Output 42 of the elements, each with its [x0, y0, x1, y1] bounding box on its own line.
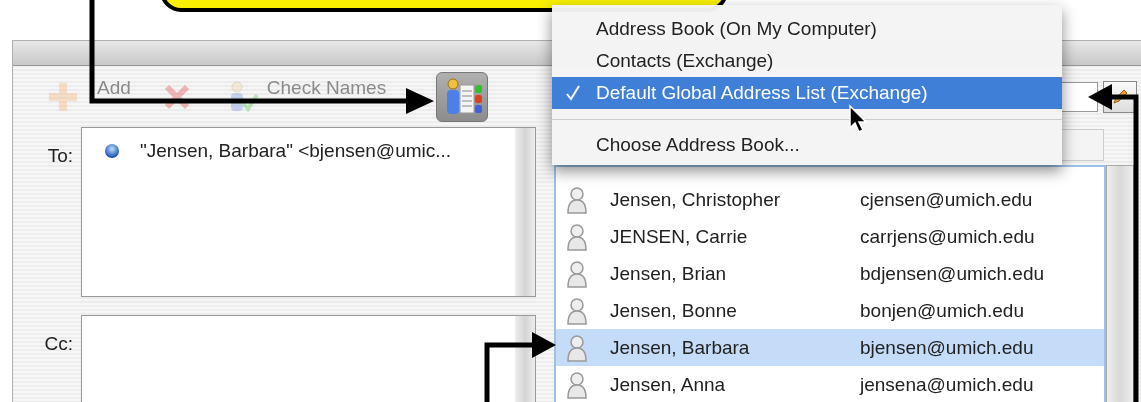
person-icon	[566, 333, 588, 362]
recipient-text: "Jensen, Barbara" <bjensen@umic...	[140, 140, 452, 162]
scroll-bar[interactable]	[1106, 165, 1134, 402]
pointer-arrow	[484, 332, 556, 402]
pencil-icon	[1111, 87, 1129, 106]
contact-row[interactable]: Jensen, Bonne bonjen@umich.edu	[556, 292, 1104, 329]
menu-item[interactable]: Choose Address Book...	[552, 129, 1062, 161]
contact-name: JENSEN, Carrie	[610, 225, 749, 248]
recipient-field[interactable]	[81, 315, 536, 402]
recipient-field[interactable]: "Jensen, Barbara" <bjensen@umic...	[81, 127, 536, 297]
field-label: Cc:	[43, 332, 74, 356]
contact-email: jensena@umich.edu	[860, 373, 1034, 396]
person-icon	[566, 185, 588, 214]
contact-row[interactable]: Jensen, Brian bdjensen@umich.edu	[556, 255, 1104, 292]
contact-row[interactable]: Jensen, Christopher cjensen@umich.edu	[556, 181, 1104, 218]
field-label: To:	[46, 144, 74, 168]
menu-item[interactable]: Contacts (Exchange)	[552, 45, 1062, 77]
contact-email: cjensen@umich.edu	[860, 188, 1033, 211]
status-icon	[104, 143, 120, 159]
mouse-pointer-icon	[848, 104, 870, 134]
contact-row[interactable]: Jensen, Barbara bjensen@umich.edu	[556, 329, 1104, 366]
person-icon	[566, 259, 588, 288]
contact-name: Jensen, Barbara	[610, 336, 751, 359]
person-icon	[566, 222, 588, 251]
menu-item[interactable]: Default Global Address List (Exchange)	[552, 77, 1062, 109]
contact-email: carrjens@umich.edu	[860, 225, 1035, 248]
scroll-bar[interactable]	[515, 316, 535, 402]
book-button[interactable]	[436, 71, 489, 122]
contact-email: bonjen@umich.edu	[860, 299, 1024, 322]
menu-item[interactable]: Address Book (On My Computer)	[552, 13, 1062, 45]
contact-name: Jensen, Brian	[610, 262, 728, 285]
scroll-bar[interactable]	[515, 128, 535, 296]
checkmark-icon	[566, 85, 580, 101]
contact-name: Jensen, Christopher	[610, 188, 782, 211]
contact-email: bdjensen@umich.edu	[860, 262, 1045, 285]
contact-row[interactable]: Jensen, Anna jensena@umich.edu	[556, 366, 1104, 402]
contact-row[interactable]: JENSEN, Carrie carrjens@umich.edu	[556, 218, 1104, 255]
contact-name: Jensen, Bonne	[610, 299, 738, 322]
person-icon	[566, 370, 588, 399]
person-icon	[566, 296, 588, 325]
contact-name: Jensen, Anna	[610, 373, 727, 396]
contact-email: bjensen@umich.edu	[860, 336, 1034, 359]
